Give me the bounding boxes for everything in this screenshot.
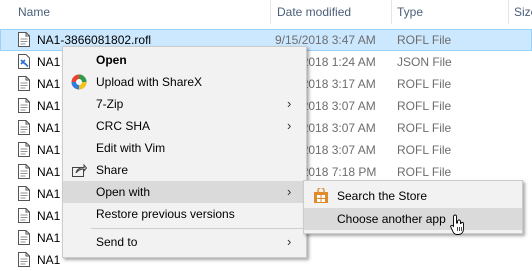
submenu-item-choose-app[interactable]: Choose another app [304,208,522,230]
chevron-right-icon: › [287,234,292,249]
menu-item-label: Edit with Vim [96,141,166,155]
file-name: NA1 [37,143,61,157]
file-name: NA1 [37,99,61,113]
json-file-icon [18,54,30,69]
sharex-icon [71,74,87,90]
chevron-right-icon: › [287,118,292,133]
rofl-file-icon [18,230,30,245]
menu-item-label: Send to [96,235,138,249]
submenu-item-search-store[interactable]: Search the Store [304,185,522,207]
file-type: JSON File [397,55,452,69]
store-icon [313,186,329,204]
file-date-modified: 9/15/2018 3:47 AM [275,33,376,47]
column-type-header[interactable]: Type [397,5,423,19]
menu-item-restore-versions[interactable]: Restore previous versions [63,203,306,225]
file-type: ROFL File [397,143,452,157]
column-divider[interactable] [270,0,271,24]
file-type: ROFL File [397,33,452,47]
rofl-file-icon [18,32,30,47]
column-divider[interactable] [508,0,509,24]
rofl-file-icon [18,98,30,113]
file-type: ROFL File [397,165,452,179]
menu-item-label: Open [96,53,127,67]
menu-item-label: Upload with ShareX [96,75,203,89]
file-name: NA1 [37,165,61,179]
file-name: NA1 [37,253,61,267]
rofl-file-icon [18,208,30,223]
rofl-file-icon [18,164,30,179]
menu-item-label: Restore previous versions [96,207,235,221]
chevron-right-icon: › [287,184,292,199]
menu-item-crc-sha[interactable]: CRC SHA › [63,115,306,137]
file-type: ROFL File [397,121,452,135]
menu-item-label: 7-Zip [96,97,124,111]
menu-item-label: Share [96,163,129,177]
file-type: ROFL File [397,77,452,91]
column-name-header[interactable]: Name [18,5,50,19]
rofl-file-icon [18,120,30,135]
file-name: NA1 [37,187,61,201]
menu-item-share[interactable]: Share [63,159,306,181]
column-size-header[interactable]: Size [514,5,532,19]
menu-item-send-to[interactable]: Send to › [63,231,306,253]
rofl-file-icon [18,142,30,157]
file-name: NA1 [37,77,61,91]
column-date-header[interactable]: Date modified [277,5,351,19]
rofl-file-icon [18,76,30,91]
file-name: NA1-3866081802.rofl [37,33,152,47]
menu-separator [91,228,303,229]
menu-item-edit-vim[interactable]: Edit with Vim [63,137,306,159]
file-name: NA1 [37,231,61,245]
menu-item-upload-sharex[interactable]: Upload with ShareX [63,71,306,93]
file-name: NA1 [37,121,61,135]
file-name: NA1 [37,55,61,69]
menu-item-label: CRC SHA [96,119,151,133]
menu-item-open-with[interactable]: Open with › [63,181,306,203]
rofl-file-icon [18,186,30,201]
chevron-right-icon: › [287,96,292,111]
submenu-item-label: Choose another app [337,212,446,226]
context-menu: Open Upload with ShareX 7-Zip › CRC SHA … [62,46,307,258]
rofl-file-icon [18,252,30,267]
menu-item-open[interactable]: Open [63,49,306,71]
submenu-item-label: Search the Store [337,189,428,203]
column-header: Name Date modified Type Size [0,0,532,24]
menu-item-7zip[interactable]: 7-Zip › [63,93,306,115]
hand-cursor-icon [450,214,466,236]
menu-item-label: Open with [96,185,151,199]
share-icon [71,162,88,178]
column-divider[interactable] [391,0,392,24]
file-type: ROFL File [397,99,452,113]
open-with-submenu: Search the Store Choose another app [303,180,523,234]
file-name: NA1 [37,209,61,223]
